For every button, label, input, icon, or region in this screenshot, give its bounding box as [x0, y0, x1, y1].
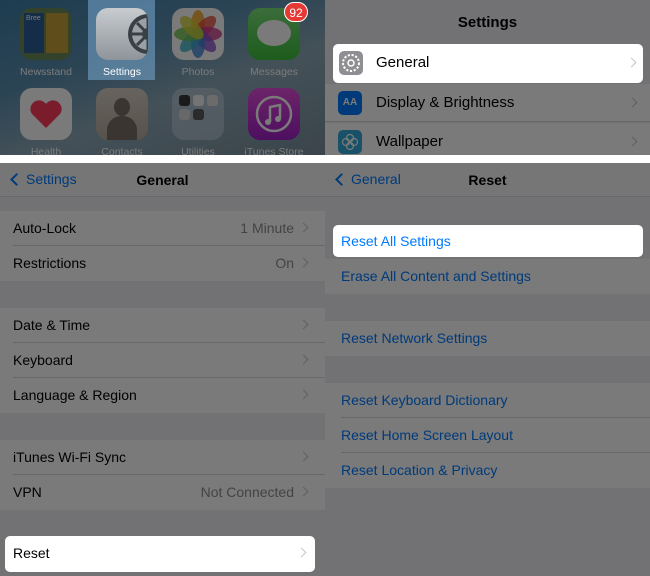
chevron-right-icon [298, 486, 309, 497]
display-brightness-icon: AA [338, 91, 362, 115]
app-messages[interactable]: 92 Messages [238, 0, 310, 78]
chevron-right-icon [296, 547, 307, 558]
row-label: Keyboard [13, 352, 73, 368]
app-label: Messages [250, 66, 298, 78]
back-label: Settings [26, 171, 77, 187]
contacts-icon [96, 88, 148, 140]
app-label: Health [30, 146, 62, 155]
chevron-right-icon [627, 97, 638, 108]
row-label: Auto-Lock [13, 220, 77, 236]
utilities-folder-icon [172, 88, 224, 140]
newsstand-icon: Bree [20, 8, 72, 60]
row-label: Reset Home Screen Layout [341, 427, 513, 443]
row-label: Language & Region [13, 387, 137, 403]
settings-row-label: General [376, 54, 430, 71]
display-brightness-icon-text: AA [342, 97, 358, 108]
app-photos[interactable]: Photos [162, 0, 234, 78]
chevron-right-icon [298, 222, 309, 233]
chevron-right-icon [627, 136, 638, 147]
general-panel: Settings General Auto-Lock 1 Minute Rest… [0, 163, 325, 576]
reset-panel: General Reset Reset All Settings Erase A… [325, 163, 650, 576]
row-value: Not Connected [200, 484, 294, 500]
settings-gear-icon [96, 8, 148, 60]
back-button[interactable]: Settings [8, 171, 77, 187]
app-label: iTunes Store [244, 146, 304, 155]
settings-row-label: Wallpaper [376, 133, 443, 150]
reset-home-screen-layout-button[interactable]: Reset Home Screen Layout [325, 418, 650, 453]
reset-network-settings-button[interactable]: Reset Network Settings [325, 321, 650, 356]
navigation-bar: General Reset [325, 163, 650, 197]
row-label: Reset Keyboard Dictionary [341, 392, 508, 408]
chevron-right-icon [298, 257, 309, 268]
app-contacts[interactable]: Contacts [86, 80, 158, 155]
app-label: Photos [181, 66, 215, 78]
row-label: Date & Time [13, 317, 91, 333]
general-row-keyboard[interactable]: Keyboard [0, 343, 325, 378]
app-label: Newsstand [20, 66, 72, 78]
app-label: Contacts [101, 146, 143, 155]
chevron-right-icon [298, 319, 309, 330]
general-row-restrictions[interactable]: Restrictions On [0, 246, 325, 281]
settings-title: Settings [457, 14, 518, 31]
itunes-store-icon [248, 88, 300, 140]
wallpaper-icon [338, 130, 362, 154]
general-row-language-region[interactable]: Language & Region [0, 378, 325, 413]
app-itunes-store[interactable]: iTunes Store [238, 80, 310, 155]
app-utilities-folder[interactable]: Utilities [162, 80, 234, 155]
photos-icon [172, 8, 224, 60]
reset-all-settings-button[interactable]: Reset All Settings [333, 225, 643, 257]
back-button[interactable]: General [333, 171, 401, 187]
settings-row-label: Display & Brightness [376, 94, 515, 111]
app-label: Settings [103, 66, 141, 78]
row-value: 1 Minute [240, 220, 294, 236]
newsstand-icon-text: Bree [26, 15, 41, 22]
app-label: Utilities [181, 146, 215, 155]
settings-row-general[interactable]: General [333, 44, 643, 83]
unread-badge: 92 [284, 2, 308, 22]
back-label: General [351, 171, 401, 187]
general-row-itunes-wifi-sync[interactable]: iTunes Wi-Fi Sync [0, 440, 325, 475]
row-label: Erase All Content and Settings [341, 268, 531, 284]
chevron-right-icon [298, 354, 309, 365]
row-label: Restrictions [13, 255, 87, 271]
chevron-right-icon [298, 451, 309, 462]
row-label: VPN [13, 484, 42, 500]
chevron-left-icon [335, 172, 348, 186]
messages-icon: 92 [248, 2, 308, 60]
settings-panel: Settings General AA Display & Brightness… [325, 0, 650, 155]
general-row-vpn[interactable]: VPN Not Connected [0, 475, 325, 510]
chevron-left-icon [10, 172, 23, 186]
navigation-bar: Settings General [0, 163, 325, 197]
row-label: iTunes Wi-Fi Sync [13, 449, 127, 465]
settings-row-display-brightness[interactable]: AA Display & Brightness [325, 84, 650, 122]
app-health[interactable]: Health [10, 80, 82, 155]
health-icon [20, 88, 72, 140]
row-label: Reset [13, 545, 50, 561]
general-row-date-time[interactable]: Date & Time [0, 308, 325, 343]
reset-location-privacy-button[interactable]: Reset Location & Privacy [325, 453, 650, 488]
home-screen-panel: Bree Newsstand Settings Photos 92 Messag… [0, 0, 325, 155]
row-label: Reset Location & Privacy [341, 462, 498, 478]
erase-all-content-button[interactable]: Erase All Content and Settings [325, 259, 650, 294]
chevron-right-icon [298, 389, 309, 400]
row-value: On [275, 255, 294, 271]
reset-keyboard-dictionary-button[interactable]: Reset Keyboard Dictionary [325, 383, 650, 418]
row-label: Reset Network Settings [341, 330, 488, 346]
app-settings[interactable]: Settings [86, 0, 158, 78]
general-row-reset[interactable]: Reset [5, 536, 315, 572]
settings-row-wallpaper[interactable]: Wallpaper [325, 123, 650, 155]
general-row-auto-lock[interactable]: Auto-Lock 1 Minute [0, 211, 325, 246]
app-newsstand[interactable]: Bree Newsstand [10, 0, 82, 78]
gear-icon [339, 51, 363, 75]
chevron-right-icon [626, 57, 637, 68]
row-label: Reset All Settings [341, 233, 451, 249]
